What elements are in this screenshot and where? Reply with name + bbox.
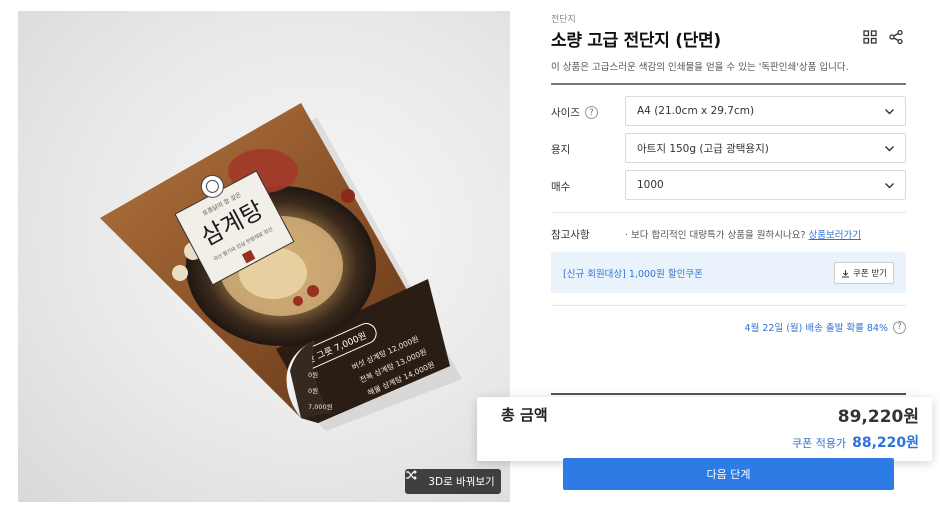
total-label: 총 금액 xyxy=(501,406,548,424)
option-row-quantity: 매수 1000 xyxy=(551,170,906,200)
option-row-paper: 용지 아트지 150g (고급 광택용지) xyxy=(551,133,906,163)
get-coupon-label: 쿠폰 받기 xyxy=(853,269,887,279)
option-label: 용지 xyxy=(551,142,570,157)
view-3d-button[interactable]: 3D로 바꿔보기 xyxy=(405,469,501,494)
delivery-estimate: 4월 22일 (월) 배송 출발 확률 84% ? xyxy=(745,320,906,334)
paper-select[interactable]: 아트지 150g (고급 광택용지) xyxy=(625,133,906,163)
divider xyxy=(551,305,906,306)
coupon-text: [신규 회원대상] 1,000원 할인쿠폰 xyxy=(563,269,703,280)
poster-fold-menu: 7,000원 xyxy=(308,402,333,411)
select-value: 아트지 150g (고급 광택용지) xyxy=(637,142,769,155)
product-image: 토종닭의 참 깊은 삼계탕 국산 황기와 인삼 한방재료 엄선 한 그릇 7,0… xyxy=(18,11,510,502)
divider xyxy=(551,393,906,395)
share-icon[interactable] xyxy=(888,29,904,45)
quantity-select[interactable]: 1000 xyxy=(625,170,906,200)
shuffle-icon xyxy=(406,470,423,488)
next-step-button[interactable]: 다음 단계 xyxy=(563,458,894,490)
reference-label: 참고사항 xyxy=(551,229,590,241)
view-3d-label: 3D로 바꿔보기 xyxy=(428,476,495,488)
get-coupon-button[interactable]: 쿠폰 받기 xyxy=(834,262,894,284)
divider xyxy=(551,83,906,85)
size-select[interactable]: A4 (21.0cm x 29.7cm) xyxy=(625,96,906,126)
option-label-text: 용지 xyxy=(551,144,571,156)
option-label: 매수 xyxy=(551,179,570,194)
chevron-down-icon xyxy=(885,109,894,115)
select-value: 1000 xyxy=(637,179,664,191)
reference-text: · 보다 합리적인 대량특가 상품을 원하시나요? 상품보러가기 xyxy=(625,227,861,241)
product-description: 이 상품은 고급스러운 색감의 인쇄물을 얻을 수 있는 '독판인쇄'상품 입니… xyxy=(551,62,849,73)
option-label: 사이즈 ? xyxy=(551,105,598,120)
delivery-text: 4월 22일 (월) 배송 출발 확률 84% xyxy=(744,323,888,334)
total-price: 89,220원 xyxy=(837,407,919,427)
breadcrumb[interactable]: 전단지 xyxy=(551,12,576,25)
coupon-price: 88,220원 xyxy=(852,435,919,451)
flyer-illustration: 토종닭의 참 깊은 삼계탕 국산 황기와 인삼 한방재료 엄선 한 그릇 7,0… xyxy=(100,103,462,431)
view-product-link[interactable]: 상품보러가기 xyxy=(809,230,861,241)
help-icon[interactable]: ? xyxy=(893,320,906,334)
select-value: A4 (21.0cm x 29.7cm) xyxy=(637,105,755,117)
total-price-card: 총 금액 89,220원 쿠폰 적용가 88,220원 xyxy=(477,397,932,461)
option-label-text: 사이즈 xyxy=(551,107,580,119)
download-icon xyxy=(842,269,849,277)
page-title: 소량 고급 전단지 (단면) xyxy=(551,31,721,51)
option-row-size: 사이즈 ? A4 (21.0cm x 29.7cm) xyxy=(551,96,906,126)
poster-fold-menu: 0원 xyxy=(308,370,318,379)
help-icon[interactable]: ? xyxy=(584,106,598,119)
poster-fold-menu: 0원 xyxy=(308,386,318,395)
option-label-text: 매수 xyxy=(551,181,571,193)
title-actions xyxy=(862,29,904,45)
grid-icon[interactable] xyxy=(862,29,878,45)
coupon-price-label: 쿠폰 적용가 xyxy=(791,437,847,450)
coupon-banner: [신규 회원대상] 1,000원 할인쿠폰 쿠폰 받기 xyxy=(551,252,906,293)
coupon-price-row: 쿠폰 적용가 88,220원 xyxy=(792,432,919,452)
chevron-down-icon xyxy=(885,146,894,152)
divider xyxy=(551,212,906,213)
chevron-down-icon xyxy=(885,183,894,189)
reference-text-body: · 보다 합리적인 대량특가 상품을 원하시나요? xyxy=(625,230,806,241)
